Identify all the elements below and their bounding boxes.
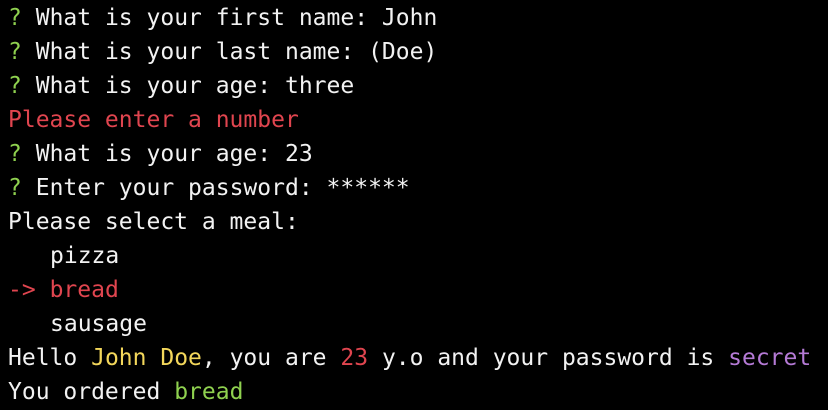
prompt-mark: ? [8,141,22,167]
age-label: What is your age: [35,73,272,99]
meal-option-pizza[interactable]: pizza [8,239,828,273]
age-answer-invalid[interactable]: three [285,73,354,99]
meal-heading: Please select a meal: [8,209,299,235]
prompt-mark: ? [8,73,22,99]
order-line: You ordered bread [8,375,828,409]
summary-middle: , you are [201,345,327,371]
first-name-answer[interactable]: John [382,5,437,31]
first-name-prompt: ? What is your first name: John [8,1,828,35]
prompt-mark: ? [8,5,22,31]
last-name-label: What is your last name: [35,39,355,65]
password-prompt: ? Enter your password: ****** [8,171,828,205]
summary-suffix: y.o and your password is [381,345,715,371]
summary-age: 23 [340,345,369,371]
selection-pointer: -> [8,277,36,303]
age-label: What is your age: [35,141,272,167]
age-answer[interactable]: 23 [285,141,313,167]
prompt-mark: ? [8,39,22,65]
meal-option-label: bread [49,277,119,303]
password-label: Enter your password: [35,175,313,201]
terminal-window: ? What is your first name: John ? What i… [0,0,828,410]
password-answer[interactable]: ****** [327,175,410,201]
order-item: bread [174,379,244,405]
first-name-label: What is your first name: [35,5,369,31]
age-error-message: Please enter a number [8,107,299,133]
summary-secret: secret [728,345,812,371]
prompt-mark: ? [8,175,22,201]
meal-option-bread[interactable]: -> bread [8,273,828,307]
meal-option-label: sausage [50,311,147,337]
age-prompt-first: ? What is your age: three [8,69,828,103]
summary-prefix: Hello [8,345,78,371]
meal-option-label: pizza [50,243,120,269]
summary-line: Hello John Doe, you are 23 y.o and your … [8,341,828,375]
last-name-prompt: ? What is your last name: (Doe) [8,35,828,69]
last-name-answer[interactable]: (Doe) [368,39,437,65]
meal-option-sausage[interactable]: sausage [8,307,828,341]
age-prompt-second: ? What is your age: 23 [8,137,828,171]
order-prefix: You ordered [8,379,161,405]
summary-full-name: John Doe [91,345,202,371]
